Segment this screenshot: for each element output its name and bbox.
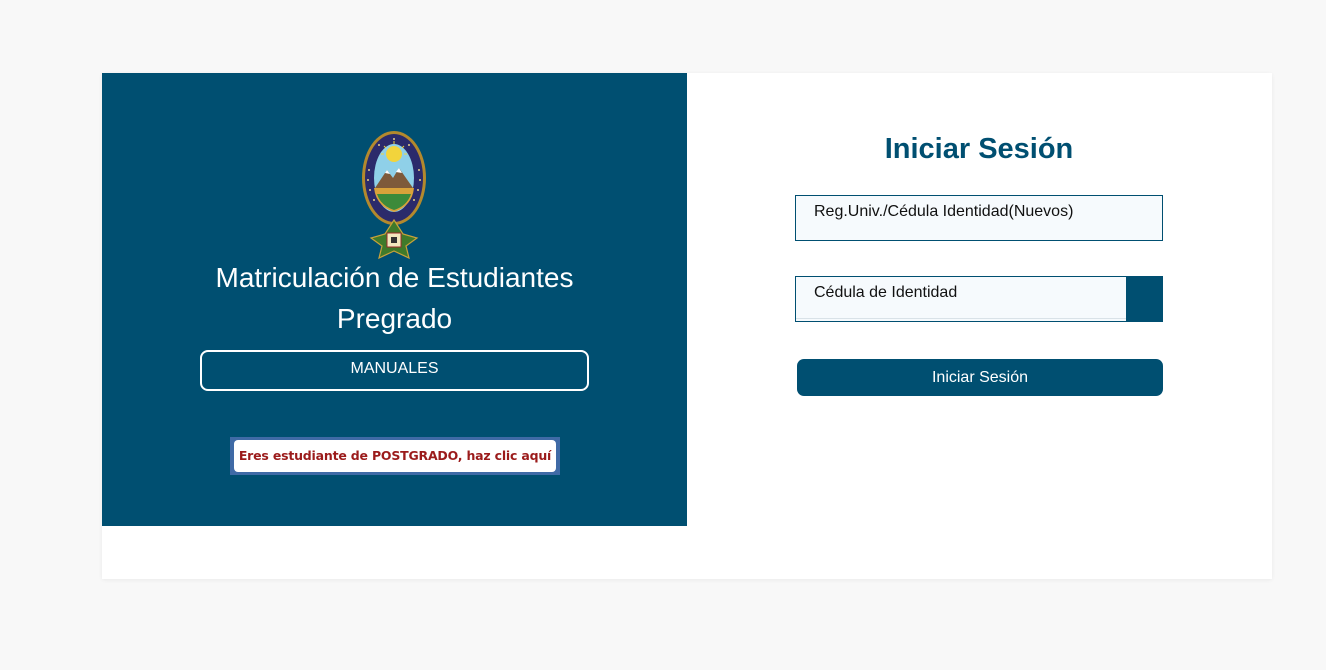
login-card: Matriculación de Estudiantes Pregrado MA… — [102, 73, 1272, 579]
password-input[interactable] — [796, 277, 1128, 321]
manuales-button[interactable]: MANUALES — [200, 350, 589, 391]
login-submit-button[interactable]: Iniciar Sesión — [797, 359, 1163, 396]
postgrado-link[interactable]: Eres estudiante de POSTGRADO, haz clic a… — [234, 440, 556, 472]
app-title: Matriculación de Estudiantes Pregrado — [102, 257, 687, 339]
password-field — [795, 276, 1163, 322]
app-title-line2: Pregrado — [336, 303, 453, 334]
postgrado-banner[interactable]: Eres estudiante de POSTGRADO, haz clic a… — [230, 437, 560, 475]
login-panel: Iniciar Sesión Iniciar Sesión — [687, 73, 1272, 579]
university-seal-icon — [362, 131, 426, 260]
password-toggle-button[interactable] — [1126, 276, 1163, 322]
branding-panel: Matriculación de Estudiantes Pregrado MA… — [102, 73, 687, 526]
login-title: Iniciar Sesión — [884, 133, 1074, 165]
username-input[interactable] — [796, 196, 1162, 240]
username-field — [795, 195, 1163, 241]
app-title-line1: Matriculación de Estudiantes — [215, 262, 574, 293]
password-underline — [796, 318, 1128, 319]
